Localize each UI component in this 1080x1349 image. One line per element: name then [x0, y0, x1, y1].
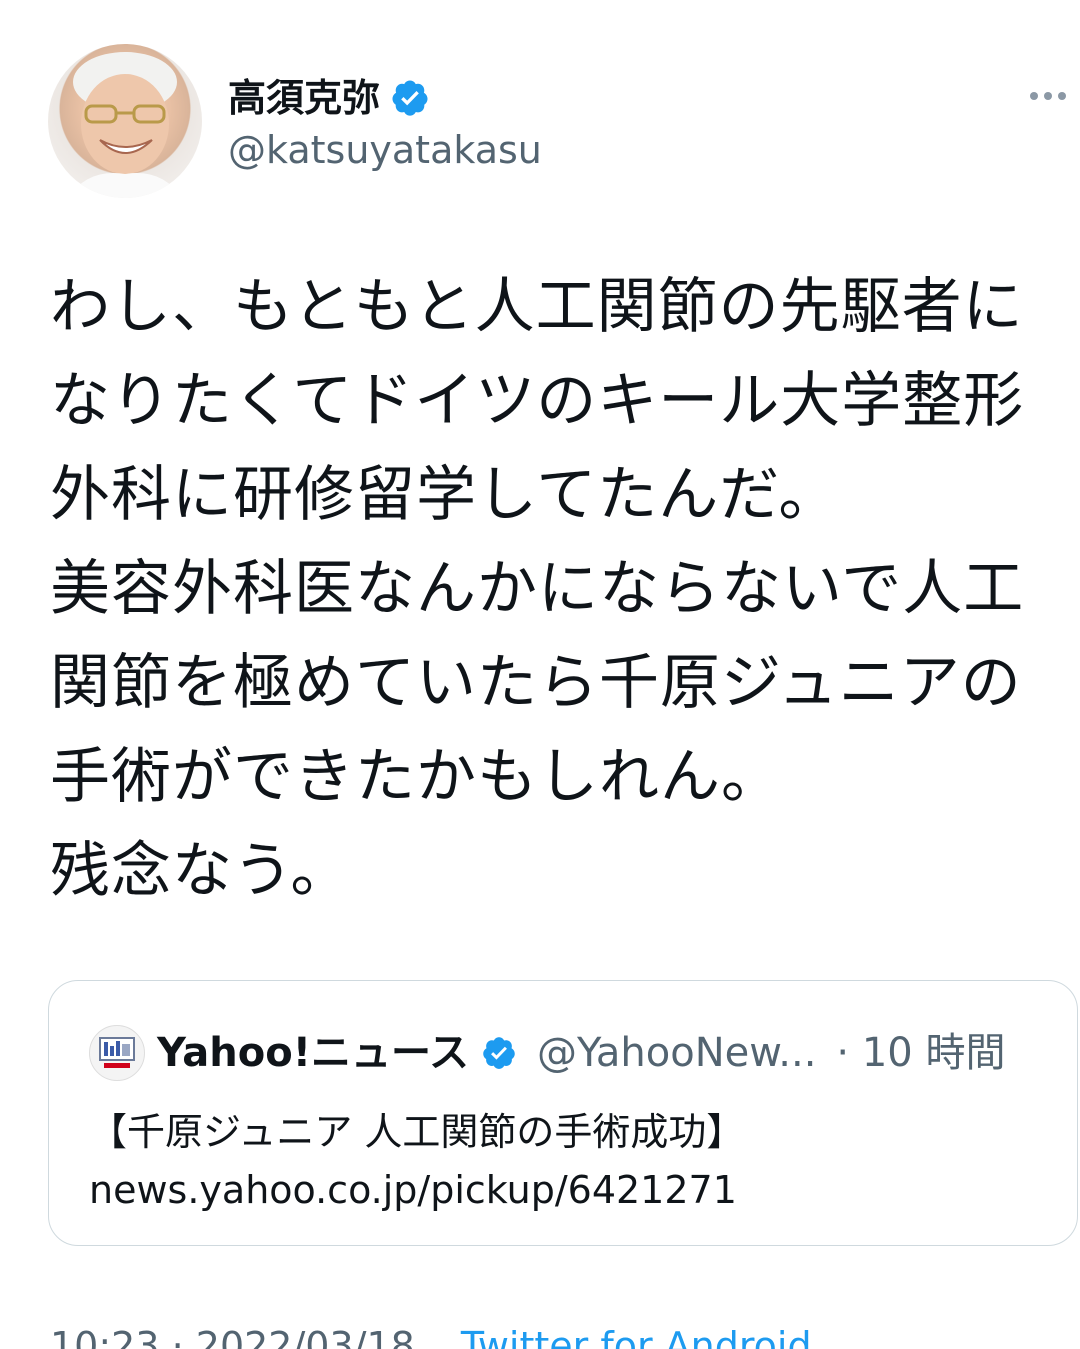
tweet-text: わし、もともと人工関節の先駆者に なりたくてドイツのキール大学整形 外科に研修留… [50, 260, 1060, 918]
quoted-author-handle[interactable]: @YahooNew... [537, 1027, 816, 1079]
yahoo-news-logo-icon [99, 1037, 135, 1068]
author-name-text: 高須克弥 [228, 76, 381, 120]
avatar-portrait-icon [68, 52, 182, 198]
author-handle[interactable]: @katsuyatakasu [228, 126, 542, 174]
tweet-date: 2022/03/18 [195, 1324, 415, 1349]
more-dot [1044, 92, 1052, 100]
more-dot [1058, 92, 1066, 100]
tweet-text-line: 美容外科医なんかにならないで人工 [50, 554, 1025, 624]
author-display-name[interactable]: 高須克弥 [228, 74, 430, 122]
tweet-text-line: 外科に研修留学してたんだ。 [50, 460, 840, 530]
tweet-text-line: 残念なう。 [50, 836, 352, 906]
tweet-text-line: 関節を極めていたら千原ジュニアの [50, 648, 1022, 718]
verified-badge-icon [392, 80, 428, 116]
quoted-tweet-card[interactable]: Yahoo!ニュース @YahooNew... · 10 時間 【千原ジュニア … [48, 980, 1078, 1246]
tweet-text-line: なりたくてドイツのキール大学整形 [50, 366, 1025, 436]
tweet-source-link[interactable]: Twitter for Android [461, 1324, 812, 1349]
tweet-text-line: 手術ができたかもしれん。 [50, 742, 782, 812]
tweet-detail-view: 高須克弥 @katsuyatakasu わし、もともと人工関節の先駆者に なりた… [0, 0, 1080, 1349]
quoted-verified-badge-icon [483, 1037, 515, 1069]
quoted-author-name[interactable]: Yahoo!ニュース [157, 1027, 469, 1079]
author-avatar[interactable] [48, 44, 202, 198]
quoted-tweet-time: · 10 時間 [836, 1030, 1006, 1076]
more-dot [1030, 92, 1038, 100]
quoted-tweet-header: Yahoo!ニュース @YahooNew... · 10 時間 [89, 1025, 1005, 1081]
quoted-tweet-body: 【千原ジュニア 人工関節の手術成功】 news.yahoo.co.jp/pick… [89, 1103, 744, 1219]
tweet-text-line: わし、もともと人工関節の先駆者に [50, 272, 1024, 342]
tweet-meta-row: 10:23 · 2022/03/18 Twitter for Android [50, 1322, 812, 1349]
meta-separator: · [171, 1324, 196, 1349]
quoted-tweet-link[interactable]: news.yahoo.co.jp/pickup/6421271 [89, 1161, 744, 1219]
tweet-time: 10:23 [50, 1324, 160, 1349]
quoted-tweet-line: 【千原ジュニア 人工関節の手術成功】 [89, 1110, 745, 1154]
yahoo-news-avatar-icon[interactable] [89, 1025, 145, 1081]
more-options-icon[interactable] [1030, 84, 1076, 108]
